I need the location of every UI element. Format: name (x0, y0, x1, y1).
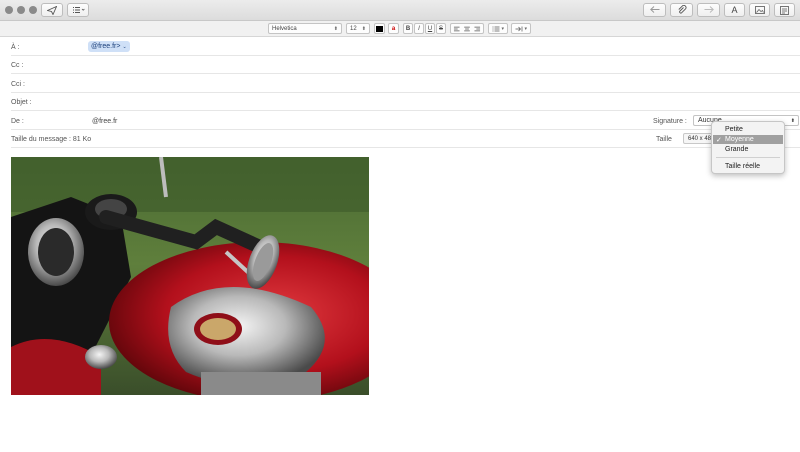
checkmark-icon: ✓ (716, 136, 722, 144)
list-icon (72, 7, 85, 13)
italic-button[interactable]: I (414, 23, 424, 34)
reply-button[interactable] (643, 3, 666, 17)
send-button[interactable] (41, 3, 63, 17)
reply-arrow-icon (649, 6, 659, 13)
signature-label: Signature : (653, 118, 687, 125)
menu-item-label: Moyenne (725, 136, 754, 143)
list-format-select[interactable]: ▾ (488, 23, 508, 34)
alignment-buttons[interactable] (450, 23, 484, 34)
to-label: À : (11, 44, 20, 51)
chevron-updown-icon: ⬍ (790, 117, 795, 124)
photo-browser-button[interactable] (749, 3, 770, 17)
menu-item-grande[interactable]: Grande (713, 145, 783, 154)
font-select-value: Helvetica (272, 25, 297, 32)
paperclip-icon (677, 5, 686, 14)
bcc-label: Cci : (11, 81, 25, 88)
from-label: De : (11, 118, 24, 125)
text-color-swatch (376, 25, 383, 32)
menu-item-label: Taille réelle (725, 163, 761, 170)
menu-item-petite[interactable]: Petite (713, 125, 783, 134)
attach-button[interactable] (670, 3, 693, 17)
format-a-icon: A (731, 5, 738, 15)
font-select[interactable]: Helvetica ⬍ (268, 23, 342, 34)
photo-icon (754, 6, 765, 14)
chevron-down-icon: ▾ (524, 25, 527, 32)
motorcycle-photo[interactable] (11, 157, 369, 395)
stationery-button[interactable] (774, 3, 795, 17)
header-fields-button[interactable] (67, 3, 89, 17)
indent-select[interactable]: ▾ (511, 23, 531, 34)
recipient-token-text: @free.fr> (91, 43, 121, 50)
image-size-menu: Petite ✓ Moyenne Grande Taille réelle (711, 121, 785, 174)
strikethrough-button[interactable]: S (436, 23, 446, 34)
menu-item-label: Petite (725, 126, 743, 133)
format-button[interactable]: A (724, 3, 745, 17)
message-size: Taille du message : 81 Ko (11, 136, 92, 143)
chevron-down-icon: ▾ (501, 25, 504, 32)
indent-icon (515, 26, 523, 31)
forward-arrow-icon (704, 6, 714, 13)
align-icons (453, 26, 481, 31)
chevron-updown-icon: ⬍ (333, 25, 338, 32)
recipient-token[interactable]: @free.fr> ⌄ (88, 41, 130, 52)
paper-plane-icon (47, 5, 57, 15)
cc-row[interactable]: Cc : (11, 56, 800, 74)
image-size-label: Taille (656, 136, 672, 143)
text-color-button[interactable] (374, 23, 385, 34)
forward-button[interactable] (697, 3, 720, 17)
mail-compose-window: A Helvetica ⬍ 12 ⬍ a B I U S ▾ ▾ À: @fr… (0, 0, 800, 452)
font-size-value: 12 (350, 25, 357, 32)
bullet-list-icon (492, 26, 500, 31)
zoom-window-button[interactable] (29, 6, 37, 14)
size-row: Taille du message : 81 Ko Taille 640 x 4… (11, 130, 800, 148)
menu-item-label: Grande (725, 146, 749, 153)
bold-button[interactable]: B (403, 23, 413, 34)
stationery-icon (780, 5, 789, 15)
cc-label: Cc : (11, 62, 24, 69)
underline-button[interactable]: U (425, 23, 435, 34)
font-size-select[interactable]: 12 ⬍ (346, 23, 370, 34)
from-value[interactable]: @free.fr (92, 118, 117, 125)
background-color-button[interactable]: a (388, 23, 399, 34)
subject-row[interactable]: Objet : (11, 93, 800, 111)
subject-label: Objet : (11, 99, 32, 106)
bcc-row[interactable]: Cci : (11, 75, 800, 93)
format-bar: Helvetica ⬍ 12 ⬍ a B I U S ▾ ▾ (0, 21, 800, 37)
menu-item-taille-reelle[interactable]: Taille réelle (713, 162, 783, 171)
to-row: À : @free.fr> ⌄ (11, 38, 800, 56)
chevron-down-icon: ⌄ (122, 43, 127, 50)
motorcycle-image (11, 157, 369, 395)
minimize-window-button[interactable] (17, 6, 25, 14)
chevron-updown-icon: ⬍ (361, 25, 366, 32)
toolbar: A (0, 0, 800, 21)
close-window-button[interactable] (5, 6, 13, 14)
from-row: De : @free.fr Signature : Aucune ⬍ (11, 112, 800, 130)
highlight-icon: a (391, 25, 396, 32)
menu-separator (716, 157, 780, 158)
menu-item-moyenne[interactable]: ✓ Moyenne (713, 135, 783, 144)
